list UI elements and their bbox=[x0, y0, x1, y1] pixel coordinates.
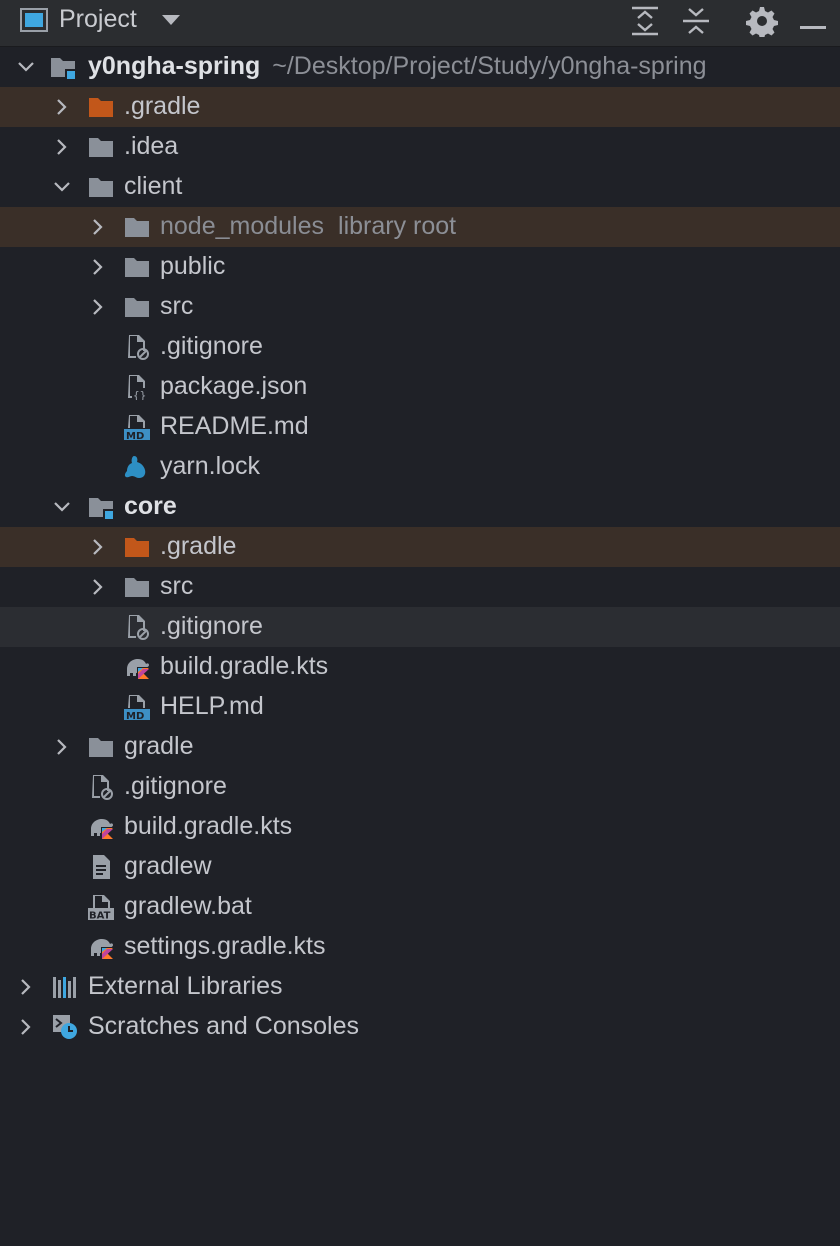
tree-item-label: .gradle bbox=[124, 92, 201, 120]
tree-item-core-module[interactable]: core bbox=[0, 487, 840, 527]
module-folder-icon bbox=[50, 54, 76, 80]
tree-item-label: .gitignore bbox=[124, 772, 227, 800]
tree-item-label: build.gradle.kts bbox=[160, 652, 329, 680]
project-path: ~/Desktop/Project/Study/y0ngha-spring bbox=[272, 52, 707, 80]
chevron-down-icon[interactable] bbox=[16, 57, 36, 77]
tree-item-label: src bbox=[160, 292, 194, 320]
tree-item-label: .idea bbox=[124, 132, 179, 160]
project-toolwindow-header: Project bbox=[0, 0, 840, 47]
tree-item-label: gradlew.bat bbox=[124, 892, 252, 920]
tree-item-node-modules[interactable]: node_modules library root bbox=[0, 207, 840, 247]
tree-item-label: src bbox=[160, 572, 194, 600]
folder-icon bbox=[124, 294, 150, 320]
tree-item-external-libraries[interactable]: External Libraries bbox=[0, 967, 840, 1007]
tree-item-root-gitignore[interactable]: .gitignore bbox=[0, 767, 840, 807]
tree-item-label: yarn.lock bbox=[160, 452, 261, 480]
tree-item-label: README.md bbox=[160, 412, 309, 440]
yarn-file-icon bbox=[124, 454, 150, 480]
chevron-right-icon[interactable] bbox=[16, 977, 36, 997]
chevron-right-icon[interactable] bbox=[88, 577, 108, 597]
tree-item-client[interactable]: client bbox=[0, 167, 840, 207]
chevron-right-icon[interactable] bbox=[16, 1017, 36, 1037]
chevron-right-icon[interactable] bbox=[88, 297, 108, 317]
tree-item-public[interactable]: public bbox=[0, 247, 840, 287]
chevron-right-icon[interactable] bbox=[88, 257, 108, 277]
tree-item-package-json[interactable]: package.json bbox=[0, 367, 840, 407]
tree-item-label: public bbox=[160, 252, 226, 280]
tree-item-root-build-gradle[interactable]: build.gradle.kts bbox=[0, 807, 840, 847]
tree-item-core-src[interactable]: src bbox=[0, 567, 840, 607]
excluded-folder-icon bbox=[88, 94, 114, 120]
tree-item-gradlew-bat[interactable]: gradlew.bat bbox=[0, 887, 840, 927]
gitignore-file-icon bbox=[124, 334, 150, 360]
chevron-right-icon[interactable] bbox=[88, 537, 108, 557]
tree-item-label: package.json bbox=[160, 372, 308, 400]
tree-item-label: y0ngha-spring ~/Desktop/Project/Study/y0n… bbox=[88, 52, 707, 80]
expand-all-icon[interactable] bbox=[629, 5, 661, 42]
tree-item-settings-gradle[interactable]: settings.gradle.kts bbox=[0, 927, 840, 967]
tree-item-label: .gitignore bbox=[160, 612, 263, 640]
tree-item-label: gradlew bbox=[124, 852, 212, 880]
gradle-kotlin-file-icon bbox=[124, 654, 150, 680]
markdown-file-icon bbox=[124, 694, 150, 720]
tree-item-yarn-lock[interactable]: yarn.lock bbox=[0, 447, 840, 487]
tree-item-idea[interactable]: .idea bbox=[0, 127, 840, 167]
module-folder-icon bbox=[88, 494, 114, 520]
tree-item-core-build-gradle[interactable]: build.gradle.kts bbox=[0, 647, 840, 687]
tree-item-label: node_modules library root bbox=[160, 212, 457, 240]
tree-item-client-gitignore[interactable]: .gitignore bbox=[0, 327, 840, 367]
gradle-kotlin-file-icon bbox=[88, 814, 114, 840]
tree-item-label: .gradle bbox=[160, 532, 237, 560]
tree-item-scratches[interactable]: Scratches and Consoles bbox=[0, 1007, 840, 1047]
libraries-icon bbox=[52, 974, 78, 1000]
tree-item-label: Scratches and Consoles bbox=[88, 1012, 359, 1040]
tree-item-gradle-folder[interactable]: gradle bbox=[0, 727, 840, 767]
minimize-icon[interactable] bbox=[800, 18, 826, 36]
tree-item-help-md[interactable]: HELP.md bbox=[0, 687, 840, 727]
tree-item-readme[interactable]: README.md bbox=[0, 407, 840, 447]
chevron-right-icon[interactable] bbox=[88, 217, 108, 237]
tree-item-label: settings.gradle.kts bbox=[124, 932, 326, 960]
chevron-down-icon[interactable] bbox=[52, 177, 72, 197]
tree-item-label: build.gradle.kts bbox=[124, 812, 293, 840]
excluded-folder-icon bbox=[124, 534, 150, 560]
tree-item-root-module[interactable]: y0ngha-spring ~/Desktop/Project/Study/y0n… bbox=[0, 47, 840, 87]
text-file-icon bbox=[88, 854, 114, 880]
folder-icon bbox=[88, 734, 114, 760]
tree-item-label: External Libraries bbox=[88, 972, 283, 1000]
folder-icon bbox=[124, 254, 150, 280]
gradle-kotlin-file-icon bbox=[88, 934, 114, 960]
project-window-icon bbox=[20, 7, 48, 38]
collapse-all-icon[interactable] bbox=[680, 5, 712, 42]
library-root-hint: library root bbox=[338, 212, 457, 240]
tree-item-client-src[interactable]: src bbox=[0, 287, 840, 327]
tree-item-core-gitignore[interactable]: .gitignore bbox=[0, 607, 840, 647]
tree-item-gradlew[interactable]: gradlew bbox=[0, 847, 840, 887]
chevron-down-icon[interactable] bbox=[161, 13, 181, 32]
tree-item-label: .gitignore bbox=[160, 332, 263, 360]
chevron-right-icon[interactable] bbox=[52, 137, 72, 157]
gear-icon[interactable] bbox=[746, 5, 778, 42]
tree-item-label: gradle bbox=[124, 732, 194, 760]
folder-icon bbox=[88, 134, 114, 160]
tree-item-label: HELP.md bbox=[160, 692, 264, 720]
toolwindow-title[interactable]: Project bbox=[59, 5, 137, 34]
bat-file-icon bbox=[88, 894, 114, 920]
markdown-file-icon bbox=[124, 414, 150, 440]
chevron-right-icon[interactable] bbox=[52, 97, 72, 117]
folder-icon bbox=[88, 174, 114, 200]
tree-item-label: core bbox=[124, 492, 177, 520]
gitignore-file-icon bbox=[124, 614, 150, 640]
chevron-right-icon[interactable] bbox=[52, 737, 72, 757]
chevron-down-icon[interactable] bbox=[52, 497, 72, 517]
gitignore-file-icon bbox=[88, 774, 114, 800]
folder-icon bbox=[124, 214, 150, 240]
scratches-icon bbox=[52, 1014, 78, 1040]
tree-item-label: client bbox=[124, 172, 183, 200]
tree-item-gradle-cache[interactable]: .gradle bbox=[0, 87, 840, 127]
folder-icon bbox=[124, 574, 150, 600]
tree-item-core-gradle-cache[interactable]: .gradle bbox=[0, 527, 840, 567]
json-file-icon bbox=[124, 374, 150, 400]
